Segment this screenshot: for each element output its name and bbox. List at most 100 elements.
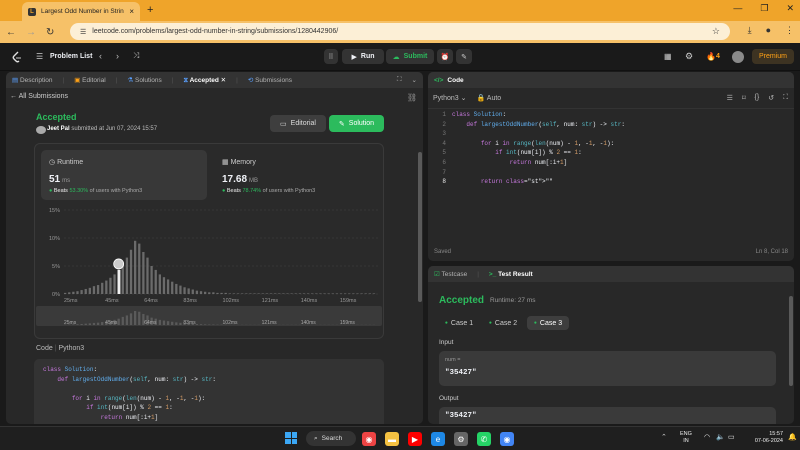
- histogram-bar[interactable]: [158, 274, 161, 294]
- histogram-bar[interactable]: [64, 292, 67, 294]
- layout-grid-icon[interactable]: ▦: [664, 52, 672, 61]
- histogram-bar[interactable]: [208, 292, 211, 294]
- histogram-bar[interactable]: [290, 293, 293, 294]
- submitter-name[interactable]: Jeet Pal: [47, 126, 70, 132]
- problem-list-icon[interactable]: ☰: [36, 52, 43, 61]
- expand-icon[interactable]: ⛶: [397, 76, 402, 84]
- minimize-icon[interactable]: —: [733, 3, 742, 14]
- battery-icon[interactable]: ▭: [728, 433, 735, 441]
- user-avatar[interactable]: [732, 51, 744, 63]
- next-problem-icon[interactable]: ›: [116, 51, 119, 61]
- tab-submissions[interactable]: ⟲ Submissions: [248, 76, 292, 84]
- whatsapp-icon[interactable]: ✆: [477, 432, 491, 446]
- reload-icon[interactable]: ↻: [46, 27, 54, 38]
- histogram-bar[interactable]: [96, 285, 100, 294]
- language-indicator[interactable]: ENG IN: [680, 431, 692, 445]
- all-submissions-link[interactable]: ← All Submissions: [10, 93, 68, 100]
- histogram-bar[interactable]: [356, 293, 359, 294]
- chrome-app-icon[interactable]: ◉: [362, 432, 376, 446]
- histogram-bar[interactable]: [327, 293, 330, 294]
- histogram-bar[interactable]: [212, 292, 215, 294]
- histogram-bar[interactable]: [331, 293, 334, 294]
- histogram-bar[interactable]: [364, 293, 367, 294]
- range-slider-track[interactable]: [36, 306, 382, 326]
- submitted-code-block[interactable]: class Solution: def largestOddNumber(sel…: [34, 359, 384, 424]
- histogram-bar[interactable]: [113, 274, 116, 294]
- histogram-bar[interactable]: [84, 288, 87, 294]
- histogram-bar[interactable]: [319, 293, 322, 294]
- share-link-icon[interactable]: ⛓: [407, 93, 417, 102]
- tab-testcase[interactable]: ☑ Testcase: [434, 270, 467, 278]
- histogram-bar[interactable]: [88, 287, 91, 294]
- fullscreen-icon[interactable]: ⛶: [783, 94, 788, 102]
- close-tab-icon[interactable]: ×: [129, 7, 134, 16]
- language-select[interactable]: Python3 ⌄: [433, 94, 467, 102]
- histogram-bar[interactable]: [245, 293, 248, 294]
- histogram-bar[interactable]: [183, 287, 186, 294]
- histogram-bar[interactable]: [228, 293, 231, 294]
- tray-overflow-icon[interactable]: ⌃: [661, 433, 667, 441]
- histogram-bar[interactable]: [171, 281, 174, 294]
- histogram-bar[interactable]: [323, 293, 326, 294]
- problem-list-link[interactable]: Problem List: [50, 53, 92, 60]
- prev-problem-icon[interactable]: ‹: [99, 51, 102, 61]
- case-2-tab[interactable]: ● Case 2: [483, 316, 523, 330]
- histogram-bar[interactable]: [257, 293, 260, 294]
- histogram-bar[interactable]: [195, 290, 199, 294]
- bookmark-icon[interactable]: ⌑: [742, 94, 746, 102]
- histogram-bar[interactable]: [142, 252, 145, 294]
- braces-icon[interactable]: {}: [755, 94, 760, 102]
- histogram-bar[interactable]: [261, 293, 264, 294]
- histogram-bar[interactable]: [92, 286, 96, 294]
- close-window-icon[interactable]: ✕: [786, 3, 794, 14]
- histogram-bar[interactable]: [109, 277, 112, 294]
- format-icon[interactable]: ☰: [727, 94, 733, 102]
- histogram-bar[interactable]: [282, 293, 285, 294]
- histogram-bar[interactable]: [101, 282, 104, 294]
- histogram-bar[interactable]: [105, 280, 108, 294]
- histogram-bar[interactable]: [179, 285, 182, 294]
- histogram-bar[interactable]: [339, 293, 343, 294]
- case-3-tab[interactable]: ● Case 3: [527, 316, 569, 330]
- histogram-bar[interactable]: [360, 293, 363, 294]
- taskbar-search[interactable]: ⌕ Search: [306, 431, 356, 446]
- histogram-bar[interactable]: [204, 291, 207, 294]
- settings-gear-icon[interactable]: ⚙: [685, 51, 693, 62]
- histogram-bar[interactable]: [162, 277, 166, 294]
- editorial-button[interactable]: ▭ Editorial: [270, 115, 326, 132]
- edge-icon[interactable]: e: [431, 432, 445, 446]
- runtime-box[interactable]: ◷ Runtime 51 ms ● Beats 53.30% of users …: [41, 150, 207, 200]
- clock[interactable]: 15:57 07-06-2024: [743, 431, 783, 445]
- histogram-bar[interactable]: [175, 283, 178, 294]
- submit-button[interactable]: ☁ Submit: [386, 49, 434, 64]
- back-icon[interactable]: ←: [6, 27, 16, 38]
- chrome-profile-icon[interactable]: ◉: [500, 432, 514, 446]
- histogram-bar[interactable]: [269, 293, 273, 294]
- new-tab-icon[interactable]: +: [147, 4, 153, 16]
- histogram-bar[interactable]: [302, 293, 306, 294]
- profile-icon[interactable]: ●: [766, 25, 771, 36]
- premium-button[interactable]: Premium: [752, 49, 794, 64]
- solution-button[interactable]: ✎ Solution: [329, 115, 384, 132]
- histogram-bar[interactable]: [224, 292, 227, 294]
- histogram-bar[interactable]: [253, 293, 256, 294]
- histogram-bar[interactable]: [80, 290, 83, 294]
- reset-icon[interactable]: ↺: [768, 94, 774, 102]
- histogram-bar[interactable]: [368, 293, 371, 294]
- histogram-bar[interactable]: [232, 293, 236, 294]
- histogram-bar[interactable]: [348, 293, 351, 294]
- result-scrollbar[interactable]: [789, 296, 793, 386]
- histogram-bar[interactable]: [125, 257, 129, 294]
- histogram-bar[interactable]: [166, 279, 170, 294]
- shuffle-icon[interactable]: ⤨: [133, 51, 139, 61]
- histogram-bar[interactable]: [72, 291, 75, 294]
- histogram-bar[interactable]: [199, 291, 203, 294]
- tab-test-result[interactable]: >_ Test Result: [489, 271, 533, 278]
- histogram-bar[interactable]: [150, 266, 153, 294]
- histogram-bar[interactable]: [129, 249, 133, 294]
- wifi-icon[interactable]: ◠: [704, 433, 710, 441]
- maximize-icon[interactable]: ❐: [760, 3, 768, 14]
- runtime-distribution-chart[interactable]: 15% 10% 5% 0% 25ms 45ms 64ms 83ms 102ms 121ms 140m…: [34, 204, 384, 338]
- histogram-bar[interactable]: [187, 288, 190, 294]
- settings-app-icon[interactable]: ⚙: [454, 432, 468, 446]
